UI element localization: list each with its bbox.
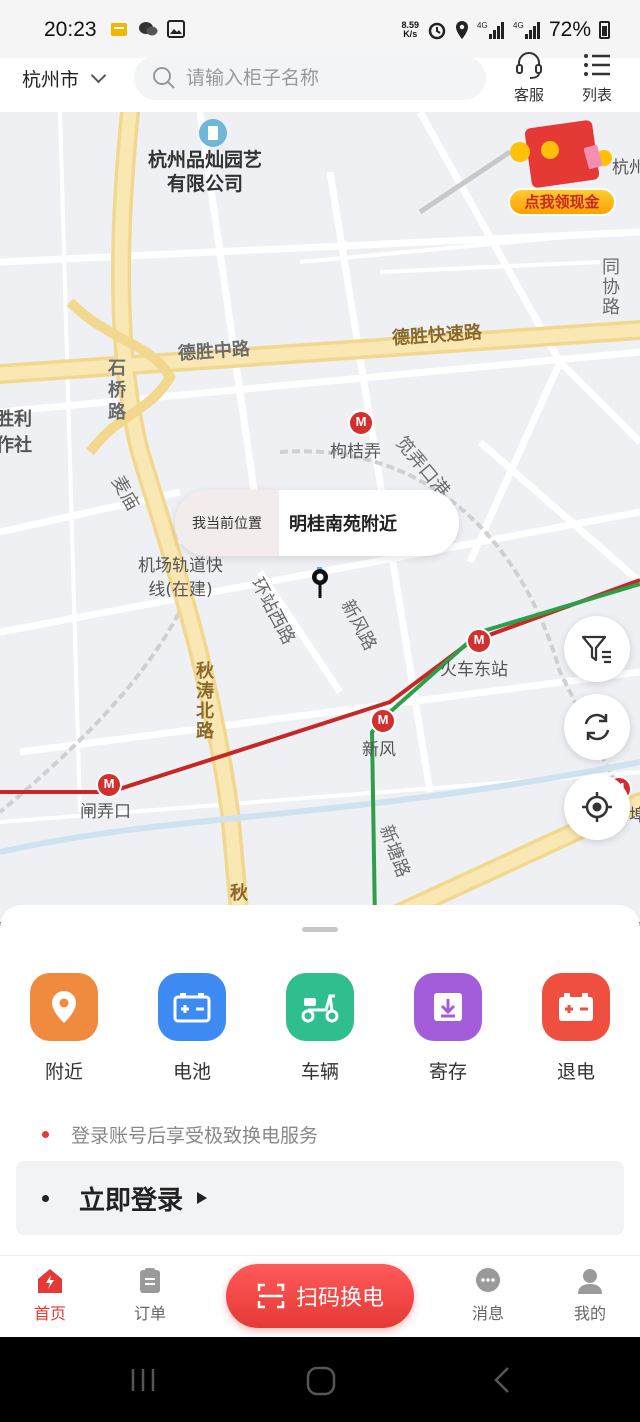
wechat-icon [139,22,158,36]
crosshair-icon [582,792,612,822]
poi-company-label[interactable]: 杭州品灿园艺 有限公司 [148,148,262,196]
road-label-tongxie: 同协路 [602,257,620,318]
play-arrow-icon [197,1192,208,1204]
headset-icon [516,52,542,79]
airport-rail-label: 机场轨道快 线(在建) [138,556,223,600]
metro-label-zhanongkou: 闸弄口 [80,802,131,822]
nav-mine[interactable]: 我的 [558,1266,622,1324]
nav-home[interactable]: 首页 [18,1266,82,1324]
map-label-left-edge-1: 胜利 [0,409,32,430]
search-icon [153,67,175,89]
metro-label-xinfeng: 新风 [362,740,396,760]
customer-service-button[interactable]: 客服 [504,50,554,105]
city-label: 杭州市 [22,69,80,91]
quick-actions: 附近 电池 车辆 寄存 退电 [0,973,640,1084]
location-status-icon [455,21,468,39]
quick-action-storage[interactable]: 寄存 [384,973,512,1084]
metro-station-icon-zhanongkou[interactable] [96,772,122,798]
list-view-button[interactable]: 列表 [572,50,622,105]
storage-icon [414,973,482,1041]
profile-icon [578,1269,602,1294]
login-bullet [42,1194,49,1202]
road-label-qiutao-north: 秋涛北路 [196,661,214,742]
locate-me-button[interactable] [564,774,630,840]
customer-service-label: 客服 [513,86,544,104]
refresh-button[interactable] [564,694,630,760]
battery-percent: 72% [548,18,591,41]
coins-icon [510,141,612,169]
sheet-drag-handle[interactable] [302,927,338,932]
list-view-label: 列表 [581,86,612,104]
current-location-name: 明桂南苑附近 [289,514,397,535]
bottom-nav: 首页 订单 扫码换电 消息 我的 [0,1255,640,1337]
chevron-down-icon [90,67,107,84]
app-header: 杭州市 客服 列表 [0,52,640,112]
metro-label-railway-east: 火车东站 [440,660,508,680]
quick-action-nearby[interactable]: 附近 [0,973,128,1084]
alarm-icon [428,22,446,40]
recent-apps-icon[interactable] [128,1365,158,1395]
location-pin-icon [312,567,328,598]
orders-icon [140,1268,160,1293]
current-location-tag: 我当前位置 [175,490,279,556]
filter-button[interactable] [564,616,630,682]
location-pin-icon [30,973,98,1041]
quick-action-vehicle[interactable]: 车辆 [256,973,384,1084]
nav-messages[interactable]: 消息 [456,1266,520,1324]
scan-swap-button[interactable]: 扫码换电 [226,1264,414,1328]
map-label-left-edge-2: 作社 [0,435,32,456]
current-location-bubble[interactable]: 我当前位置 明桂南苑附近 [175,490,459,556]
metro-label-gouju: 枸桔弄 [330,442,381,462]
road-label-desheng-middle: 德胜中路 [177,338,251,365]
promo-label: 点我领现金 [508,188,616,216]
back-icon[interactable] [490,1365,514,1395]
list-icon [584,54,610,76]
status-time: 20:23 [44,18,97,41]
battery-status-icon [599,21,610,39]
svg-text:4G: 4G [477,21,488,30]
login-hint: 登录账号后享受极致换电服务 [42,1121,318,1148]
system-nav-bar [0,1337,640,1422]
app-notification-icon [111,23,127,36]
quick-action-return-battery[interactable]: 退电 [512,973,640,1084]
login-button-label: 立即登录 [79,1185,184,1216]
nav-orders[interactable]: 订单 [118,1266,182,1324]
cash-promo-button[interactable]: 点我领现金 [508,119,618,224]
svg-text:4G: 4G [513,21,524,30]
scan-icon [257,1283,285,1309]
net-speed: 8.59 K/s [401,20,419,39]
city-selector[interactable]: 杭州市 [22,65,107,92]
filter-icon [581,635,611,664]
road-label-qiu: 秋 [230,883,248,904]
search-bar[interactable] [134,56,486,100]
metro-station-icon-gouju[interactable] [348,410,374,436]
search-input[interactable] [186,67,466,89]
scooter-icon [286,973,354,1041]
metro-station-icon-xinfeng[interactable] [370,708,396,734]
login-hint-text: 登录账号后享受极致换电服务 [71,1125,319,1147]
hint-dot [42,1131,49,1138]
gallery-icon [167,20,185,38]
company-poi-icon [199,119,227,147]
message-icon [476,1268,500,1292]
battery-icon [158,973,226,1041]
bottom-sheet: 附近 电池 车辆 寄存 退电 登录账号后享受极致换电服务 立即登录 [0,905,640,1255]
map-view[interactable]: 杭州品灿园艺 有限公司 德胜中路 德胜快速路 石桥路 胜利 作社 枸桔弄 笕弄口… [0,112,640,922]
home-lightning-icon [38,1269,62,1293]
signal-4g-icon-2: 4G [513,21,540,39]
quick-action-battery[interactable]: 电池 [128,973,256,1084]
metro-station-icon-railway-east[interactable] [466,628,492,654]
refresh-icon [584,713,610,741]
home-button-icon[interactable] [305,1365,337,1397]
login-button[interactable]: 立即登录 [16,1161,624,1235]
return-battery-icon [542,973,610,1041]
road-label-shiqiao: 石桥路 [108,358,126,423]
signal-4g-icon: 4G [477,21,504,39]
